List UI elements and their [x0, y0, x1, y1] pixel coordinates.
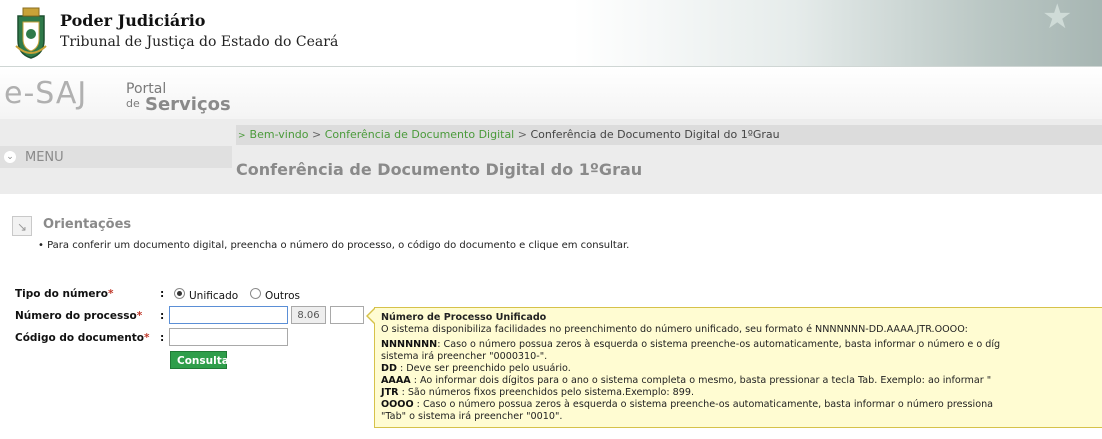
tooltip-line-jtr: JTR : São números fixos preenchidos pelo…: [381, 387, 694, 399]
orientacoes-title: Orientações: [43, 217, 132, 232]
numero-processo-label-text: Número do processo: [15, 310, 137, 322]
codigo-documento-label: Código do documento*: [15, 332, 150, 344]
esaj-logo[interactable]: e-SAJ: [4, 76, 87, 111]
required-mark: *: [144, 332, 150, 344]
arrow-down-right-icon: ↘: [12, 216, 32, 236]
tooltip-text: : Deve ser preenchido pelo usuário.: [396, 363, 571, 374]
tooltip-text: : Ao informar dois dígitos para o ano o …: [410, 375, 992, 386]
foro-numero-field: [291, 306, 326, 324]
breadcrumb-link-conferencia[interactable]: Conferência de Documento Digital: [325, 128, 515, 141]
tooltip-pointer-inner: [368, 309, 375, 323]
required-mark: *: [107, 288, 114, 300]
numero-processo-input[interactable]: [169, 306, 288, 324]
tooltip-key: OOOO: [381, 399, 414, 410]
tooltip-text: : Caso o número possua zeros à esquerda …: [413, 399, 994, 410]
tooltip-line-dd: DD : Deve ser preenchido pelo usuário.: [381, 363, 571, 375]
radio-unificado[interactable]: [174, 288, 185, 299]
tooltip-key: NNNNNNN: [381, 339, 438, 350]
page-title: Conferência de Documento Digital do 1ºGr…: [236, 160, 643, 179]
origem-input[interactable]: [330, 306, 364, 324]
tooltip-intro: O sistema disponibiliza facilidades no p…: [381, 324, 968, 335]
tooltip-text: : São números fixos preenchidos pelo sis…: [398, 387, 695, 398]
consultar-button[interactable]: Consultar: [170, 351, 234, 369]
breadcrumb-separator: >: [517, 128, 527, 141]
tooltip-line-oooo: OOOO : Caso o número possua zeros à esqu…: [381, 399, 993, 411]
org-subtitle: Tribunal de Justiça do Estado do Ceará: [60, 34, 339, 50]
chevron-down-icon[interactable]: ⌄: [4, 151, 16, 163]
radio-outros[interactable]: [250, 288, 261, 299]
codigo-documento-input[interactable]: [169, 328, 288, 346]
star-icon: ★: [1042, 0, 1073, 37]
tipo-numero-label-text: Tipo do número: [15, 288, 108, 300]
tipo-numero-label: Tipo do número*: [15, 288, 113, 300]
breadcrumb-link-bem-vindo[interactable]: Bem-vindo: [250, 128, 309, 141]
portal-de-label: de: [126, 97, 140, 110]
colon: :: [160, 288, 165, 300]
tooltip-key: DD: [381, 363, 397, 374]
portal-servicos-label: Serviços: [145, 94, 231, 115]
tooltip-key: JTR: [381, 387, 399, 398]
tooltip-line-oooo2: "Tab" o sistema irá preencher "0010".: [381, 411, 563, 422]
tooltip-line-n2: sistema irá preencher "0000310-".: [381, 351, 548, 362]
menu-label[interactable]: MENU: [25, 150, 64, 165]
colon: :: [160, 310, 165, 322]
breadcrumb-arrow-icon: >: [238, 131, 246, 141]
orientacoes-text: • Para conferir um documento digital, pr…: [38, 240, 630, 251]
radio-outros-label[interactable]: Outros: [265, 290, 300, 302]
numero-processo-label: Número do processo*: [15, 310, 142, 322]
tooltip-title: Número de Processo Unificado: [381, 312, 547, 323]
colon: :: [160, 332, 165, 344]
coat-of-arms-icon: [15, 7, 47, 59]
org-name: Poder Judiciário: [60, 11, 206, 30]
radio-unificado-label[interactable]: Unificado: [189, 290, 238, 302]
codigo-documento-label-text: Código do documento: [15, 332, 145, 344]
required-mark: *: [136, 310, 143, 322]
breadcrumb-current: Conferência de Documento Digital do 1ºGr…: [530, 128, 780, 141]
breadcrumb: > Bem-vindo > Conferência de Documento Di…: [238, 128, 780, 141]
tooltip-key: AAAA: [381, 375, 411, 386]
breadcrumb-separator: >: [312, 128, 322, 141]
tooltip-text: : Caso o número possua zeros à esquerda …: [437, 339, 1001, 350]
tooltip-line-n: NNNNNNN: Caso o número possua zeros à es…: [381, 339, 1000, 351]
tooltip-line-aaaa: AAAA : Ao informar dois dígitos para o a…: [381, 375, 991, 387]
